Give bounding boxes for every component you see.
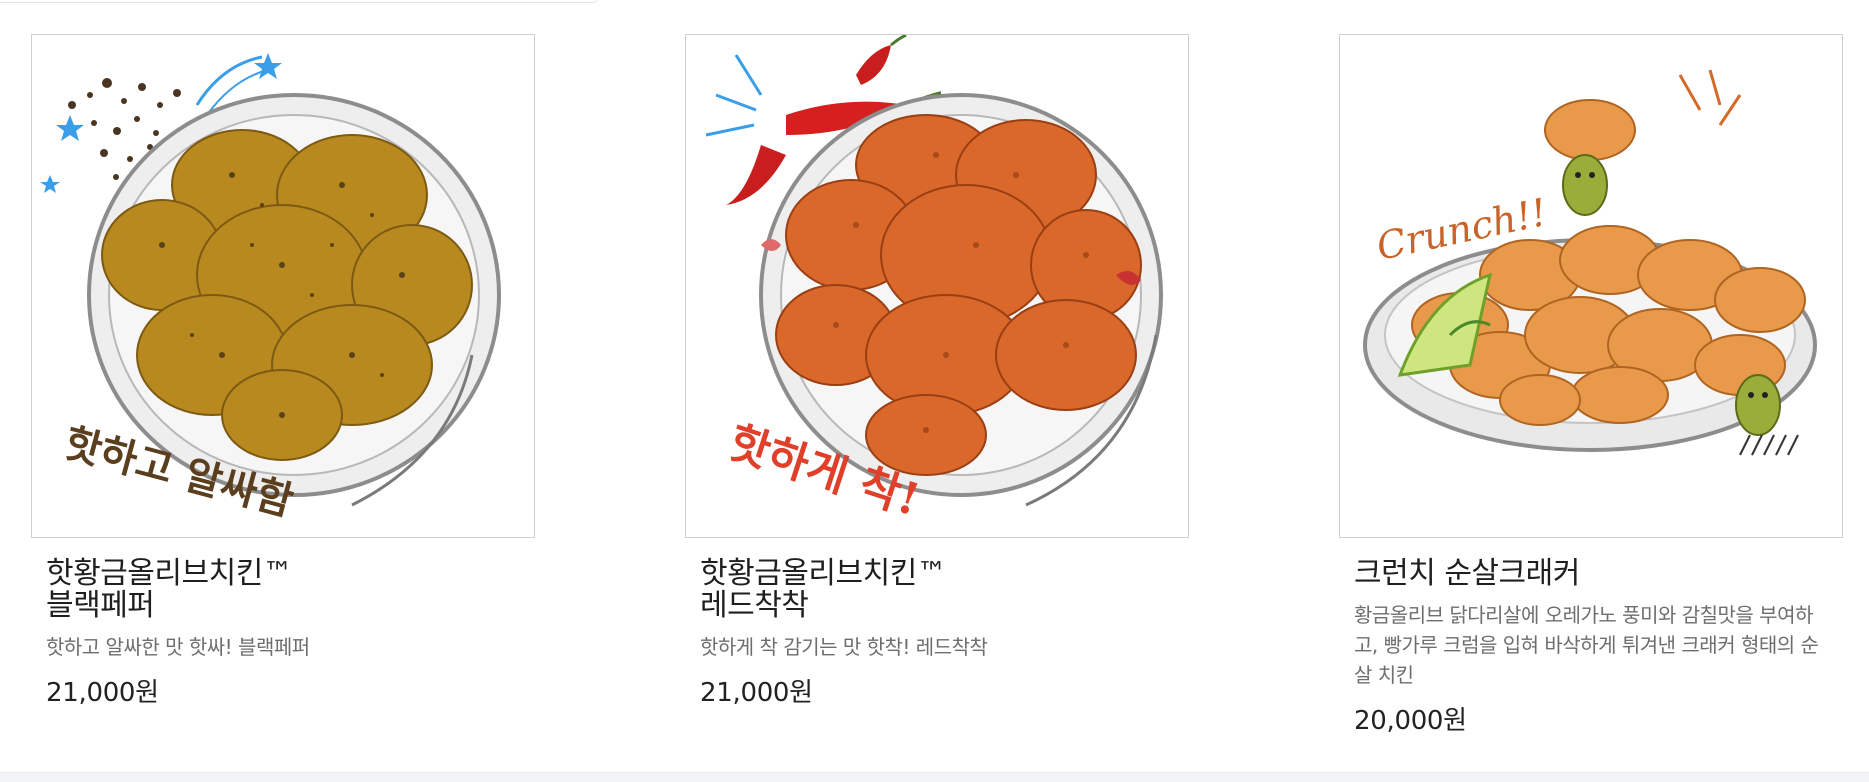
product-price: 21,000원 [46,678,159,708]
product-info: 크런치 순살크래커 황금올리브 닭다리살에 오레가노 풍미와 감칠맛을 부여하고… [1339,538,1843,737]
product-info: 핫황금올리브치킨™ 블랙페퍼 핫하고 알싸한 맛 핫싸! 블랙페퍼 21,000… [31,538,535,709]
crunch-cracker-chicken-illustration: Crunch!! [1363,69,1817,456]
product-info: 핫황금올리브치킨™ 레드착착 핫하게 착 감기는 맛 핫착! 레드착착 21,0… [685,538,1189,709]
product-name[interactable]: 핫황금올리브치킨™ 레드착착 [700,558,1174,622]
black-pepper-chicken-illustration: 핫하고 알싸함 [40,53,501,525]
product-price: 20,000원 [1354,706,1467,736]
product-price: 21,000원 [700,678,813,708]
product-card-black-pepper[interactable]: 핫하고 알싸함 핫황금올리브치킨™ 블랙페퍼 핫하고 알싸한 맛 핫싸! 블랙페… [31,34,535,737]
product-name[interactable]: 크런치 순살크래커 [1354,558,1828,590]
product-description: 핫하게 착 감기는 맛 핫착! 레드착착 [700,635,988,659]
product-grid: 핫하고 알싸함 핫황금올리브치킨™ 블랙페퍼 핫하고 알싸한 맛 핫싸! 블랙페… [31,34,1843,737]
red-chakchak-chicken-illustration: 핫하게 착! [705,35,1163,526]
product-image-red-chakchak[interactable]: 핫하게 착! [685,34,1189,538]
product-image-crunch-cracker[interactable]: Crunch!! [1339,34,1843,538]
product-card-crunch-cracker[interactable]: Crunch!! 크런치 순살크래커 황금올리브 닭다리살에 오레가노 풍미와 … [1339,34,1843,737]
product-description: 황금올리브 닭다리살에 오레가노 풍미와 감칠맛을 부여하고, 빵가루 크럼을 … [1354,603,1819,687]
product-image-black-pepper[interactable]: 핫하고 알싸함 [31,34,535,538]
product-description: 핫하고 알싸한 맛 핫싸! 블랙페퍼 [46,635,310,659]
product-card-red-chakchak[interactable]: 핫하게 착! 핫황금올리브치킨™ 레드착착 핫하게 착 감기는 맛 핫착! 레드… [685,34,1189,737]
product-name[interactable]: 핫황금올리브치킨™ 블랙페퍼 [46,558,520,622]
top-edge-strip [0,0,597,3]
